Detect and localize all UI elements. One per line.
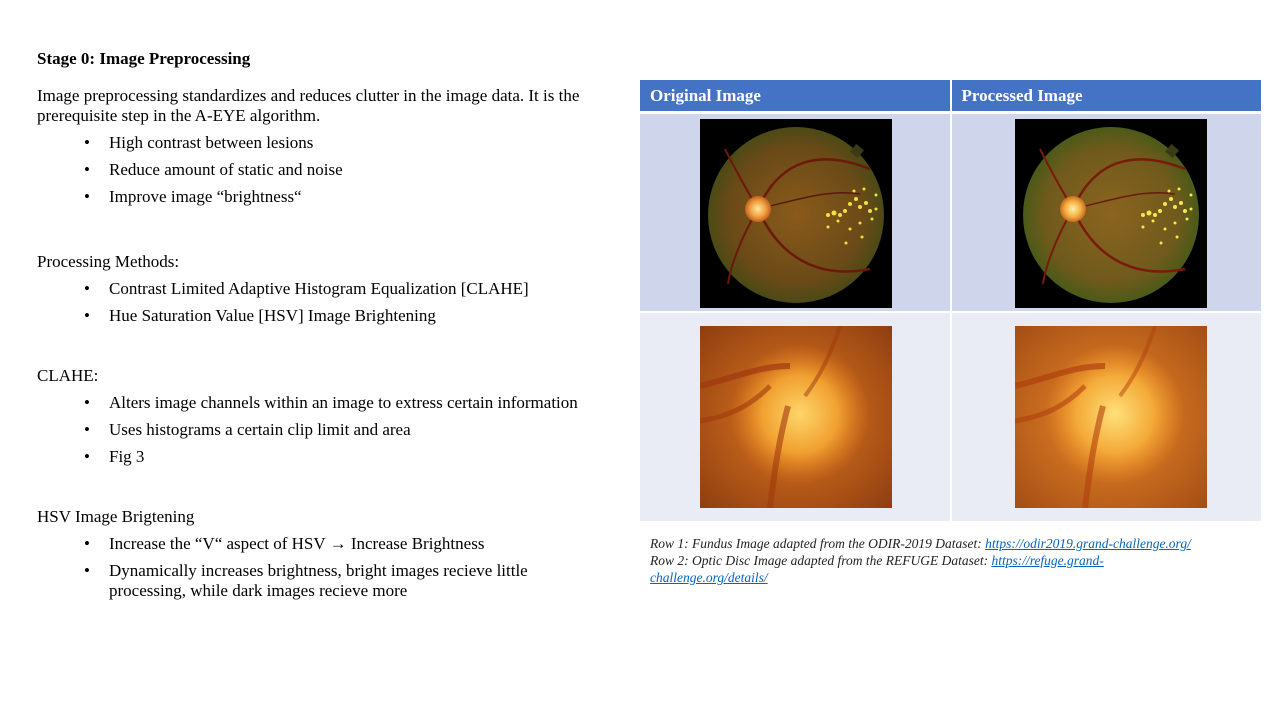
comparison-table: Original Image Processed Image bbox=[640, 80, 1261, 521]
clahe-bullet: Fig 3 bbox=[37, 447, 637, 467]
intro-text: Image preprocessing standardizes and red… bbox=[37, 86, 580, 125]
methods-section: Processing Methods: Contrast Limited Ada… bbox=[37, 252, 637, 333]
hsv-section: HSV Image Brigtening Increase the “V“ as… bbox=[37, 507, 637, 608]
image-caption: Row 1: Fundus Image adapted from the ODI… bbox=[650, 535, 1210, 586]
cell-disc-processed bbox=[949, 313, 1262, 521]
methods-heading: Processing Methods: bbox=[37, 252, 180, 271]
fundus-processed-image bbox=[1014, 119, 1207, 308]
hsv-bullet: Increase the “V“ aspect of HSV → Increas… bbox=[37, 534, 597, 554]
clahe-heading: CLAHE: bbox=[37, 366, 99, 385]
intro-section: Image preprocessing standardizes and red… bbox=[37, 86, 612, 214]
methods-bullet: Contrast Limited Adaptive Histogram Equa… bbox=[37, 279, 637, 299]
disc-original-image bbox=[700, 326, 892, 508]
clahe-bullet: Uses histograms a certain clip limit and… bbox=[37, 420, 637, 440]
hsv-bullet: Dynamically increases brightness, bright… bbox=[37, 561, 597, 601]
clahe-section: CLAHE: Alters image channels within an i… bbox=[37, 366, 637, 474]
caption-row2: Row 2: Optic Disc Image adapted from the… bbox=[650, 552, 1210, 586]
cell-fundus-original bbox=[640, 114, 950, 311]
table-header: Original Image Processed Image bbox=[640, 80, 1261, 111]
header-original: Original Image bbox=[650, 86, 761, 105]
clahe-bullets: Alters image channels within an image to… bbox=[37, 393, 637, 467]
caption-row1-link[interactable]: https://odir2019.grand-challenge.org/ bbox=[985, 536, 1191, 551]
hsv-bullets: Increase the “V“ aspect of HSV → Increas… bbox=[37, 534, 597, 601]
intro-bullets: High contrast between lesions Reduce amo… bbox=[37, 133, 612, 207]
caption-row1-text: Row 1: Fundus Image adapted from the ODI… bbox=[650, 536, 986, 551]
caption-row2-text: Row 2: Optic Disc Image adapted from the… bbox=[650, 553, 992, 568]
header-processed: Processed Image bbox=[949, 80, 1262, 111]
disc-processed-image bbox=[1014, 326, 1207, 508]
cell-disc-original bbox=[640, 313, 950, 521]
hsv-heading: HSV Image Brigtening bbox=[37, 507, 195, 526]
clahe-bullet: Alters image channels within an image to… bbox=[37, 393, 637, 413]
slide-title: Stage 0: Image Preprocessing bbox=[37, 49, 251, 68]
cell-fundus-processed bbox=[949, 114, 1262, 311]
table-row bbox=[640, 111, 1261, 311]
methods-bullet: Hue Saturation Value [HSV] Image Brighte… bbox=[37, 306, 637, 326]
caption-row1: Row 1: Fundus Image adapted from the ODI… bbox=[650, 535, 1210, 552]
intro-bullet: Reduce amount of static and noise bbox=[37, 160, 612, 180]
table-row bbox=[640, 311, 1261, 521]
fundus-original-image bbox=[700, 119, 892, 308]
methods-bullets: Contrast Limited Adaptive Histogram Equa… bbox=[37, 279, 637, 326]
intro-bullet: Improve image “brightness“ bbox=[37, 187, 612, 207]
intro-bullet: High contrast between lesions bbox=[37, 133, 612, 153]
